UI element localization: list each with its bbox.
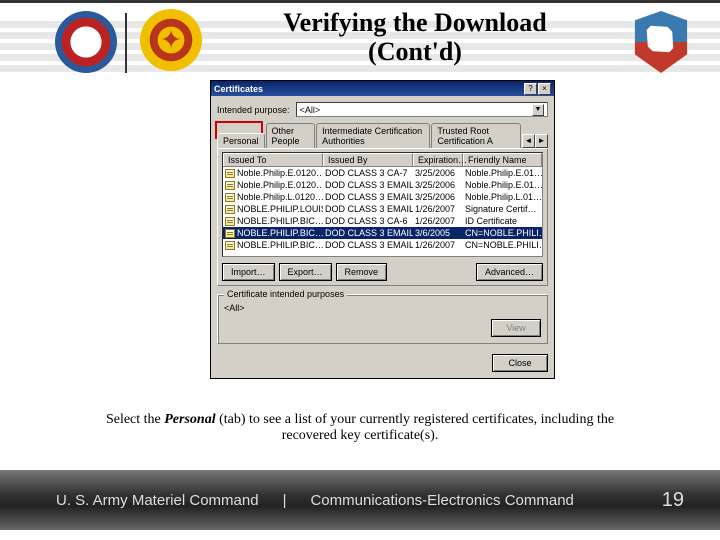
tab-personal[interactable]: Personal [217, 133, 265, 148]
certificates-dialog: Certificates ? × Intended purpose: <All>… [210, 80, 555, 379]
footer-sep: | [283, 492, 287, 509]
certificate-icon [225, 181, 235, 190]
tab-scroll-right[interactable]: ► [535, 134, 548, 148]
col-issued-by[interactable]: Issued By [323, 153, 413, 166]
export-button[interactable]: Export… [279, 263, 332, 281]
close-icon[interactable]: × [538, 83, 551, 95]
table-row[interactable]: NOBLE.PHILIP.BIC…DOD CLASS 3 EMAIL…1/26/… [223, 239, 542, 251]
instruction-caption: Select the Personal (tab) to see a list … [90, 412, 630, 444]
table-row[interactable]: NOBLE.PHILIP.BIC…DOD CLASS 3 CA-61/26/20… [223, 215, 542, 227]
intended-purpose-combo[interactable]: <All> ▼ [296, 102, 548, 117]
slide-header: Verifying the Download (Cont'd) [0, 0, 720, 75]
certificate-icon [225, 193, 235, 202]
col-issued-to[interactable]: Issued To [223, 153, 323, 166]
footer-right: Communications-Electronics Command [310, 492, 573, 509]
combo-value: <All> [300, 105, 321, 115]
certificate-list[interactable]: Issued To Issued By Expiration… Friendly… [222, 152, 543, 257]
help-button[interactable]: ? [524, 83, 537, 95]
fieldset-value: <All> [224, 303, 541, 313]
title-line2: (Cont'd) [368, 37, 462, 66]
advanced-button[interactable]: Advanced… [476, 263, 543, 281]
table-row[interactable]: NOBLE.PHILIP.BIC…DOD CLASS 3 EMAIL…3/6/2… [223, 227, 542, 239]
fieldset-label: Certificate intended purposes [224, 289, 347, 299]
star-logo-icon [140, 9, 202, 71]
remove-button[interactable]: Remove [336, 263, 388, 281]
tab-strip: Personal Other People Intermediate Certi… [217, 123, 548, 149]
col-expiration[interactable]: Expiration… [413, 153, 463, 166]
cert-purposes-fieldset: Certificate intended purposes <All> View [217, 294, 548, 344]
tab-scroll-left[interactable]: ◄ [522, 134, 535, 148]
dialog-title: Certificates [214, 84, 263, 94]
tab-intermediate-ca[interactable]: Intermediate Certification Authorities [316, 123, 430, 148]
amc-logo-icon [55, 11, 117, 73]
tab-trusted-root[interactable]: Trusted Root Certification A [431, 123, 521, 148]
certificate-icon [225, 205, 235, 214]
slide-footer: U. S. Army Materiel Command | Communicat… [0, 470, 720, 530]
page-number: 19 [662, 489, 684, 512]
list-header: Issued To Issued By Expiration… Friendly… [223, 153, 542, 167]
intended-purpose-label: Intended purpose: [217, 105, 290, 115]
certificate-icon [225, 169, 235, 178]
table-row[interactable]: Noble.Philip.E.0120…DOD CLASS 3 EMAIL…3/… [223, 179, 542, 191]
tab-other-people[interactable]: Other People [266, 123, 316, 148]
footer-left: U. S. Army Materiel Command [56, 492, 259, 509]
title-line1: Verifying the Download [283, 8, 546, 37]
import-button[interactable]: Import… [222, 263, 275, 281]
certificate-icon [225, 241, 235, 250]
tab-panel: Issued To Issued By Expiration… Friendly… [217, 148, 548, 286]
col-friendly-name[interactable]: Friendly Name [463, 153, 542, 166]
certificate-icon [225, 229, 235, 238]
view-button[interactable]: View [491, 319, 541, 337]
dialog-titlebar[interactable]: Certificates ? × [211, 81, 554, 96]
certificate-icon [225, 217, 235, 226]
table-row[interactable]: NOBLE.PHILIP.LOUIS…DOD CLASS 3 EMAIL…1/2… [223, 203, 542, 215]
close-button[interactable]: Close [492, 354, 548, 372]
slide-title: Verifying the Download (Cont'd) [210, 9, 620, 66]
table-row[interactable]: Noble.Philip.E.0120…DOD CLASS 3 CA-73/25… [223, 167, 542, 179]
header-divider [125, 13, 127, 73]
table-row[interactable]: Noble.Philip.L.0120…DOD CLASS 3 EMAIL…3/… [223, 191, 542, 203]
caption-emphasis: Personal [164, 412, 215, 427]
chevron-down-icon[interactable]: ▼ [532, 104, 544, 116]
